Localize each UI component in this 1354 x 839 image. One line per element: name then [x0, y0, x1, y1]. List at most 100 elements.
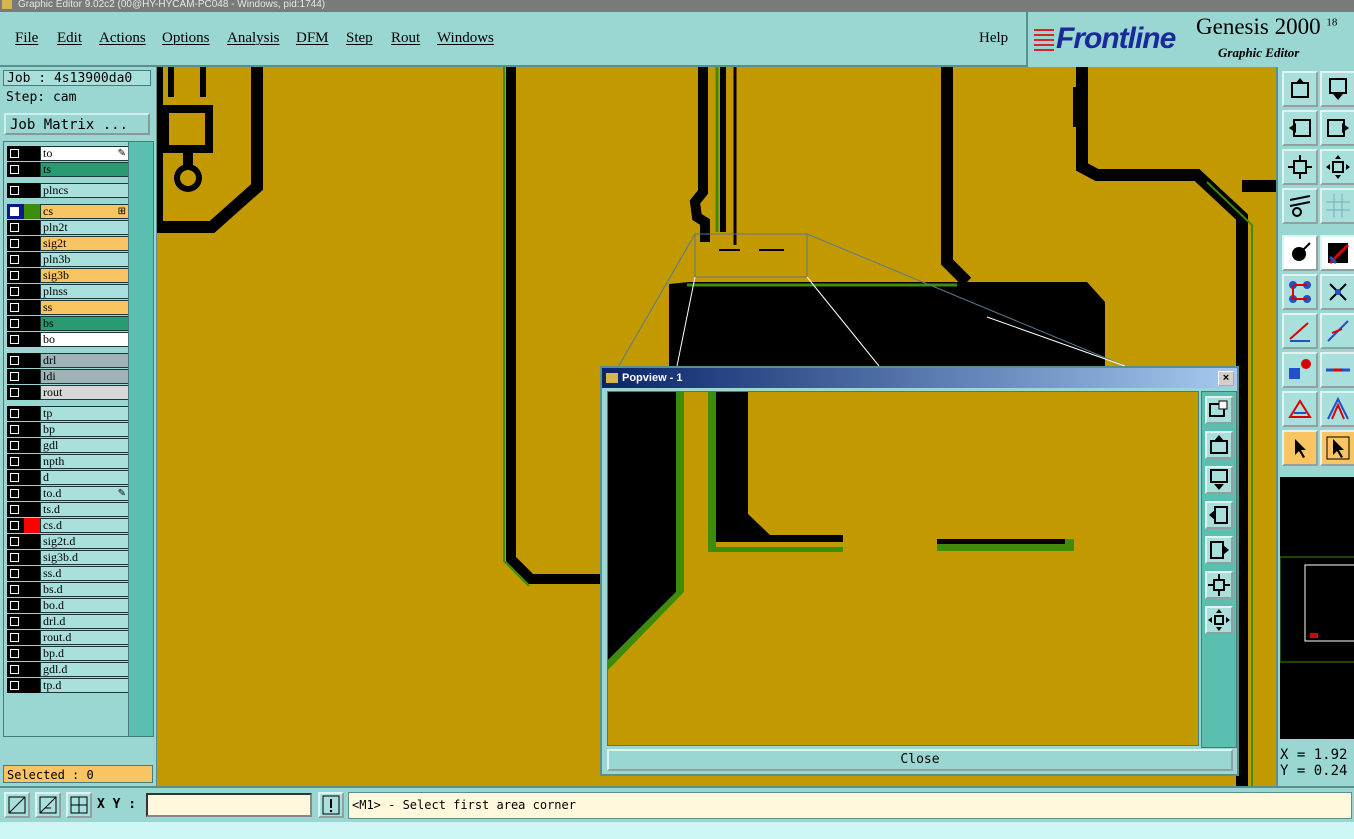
layer-name[interactable]: ldi	[40, 369, 129, 384]
layer-name[interactable]: rout	[40, 385, 129, 400]
layer-display-swatch[interactable]	[24, 662, 40, 677]
layer-display-swatch[interactable]	[24, 204, 40, 219]
layer-display-swatch[interactable]	[24, 236, 40, 251]
menu-options[interactable]: Options	[162, 30, 210, 47]
peak-button[interactable]	[1320, 391, 1354, 427]
layer-row-drl-d[interactable]: drl.d	[7, 614, 129, 629]
layer-display-swatch[interactable]	[24, 369, 40, 384]
alert-button[interactable]	[318, 792, 344, 818]
layer-checkbox[interactable]	[7, 236, 24, 251]
layer-checkbox[interactable]	[7, 162, 24, 177]
layer-checkbox[interactable]	[7, 566, 24, 581]
layer-row-cs[interactable]: cs ⊞	[7, 204, 129, 219]
layer-row-ts-d[interactable]: ts.d	[7, 502, 129, 517]
menu-edit[interactable]: Edit	[57, 30, 82, 47]
layer-row-pln3b[interactable]: pln3b	[7, 252, 129, 267]
layer-display-swatch[interactable]	[24, 646, 40, 661]
menu-actions[interactable]: Actions	[99, 30, 146, 47]
area-select-button[interactable]	[1320, 430, 1354, 466]
menu-step[interactable]: Step	[346, 30, 373, 47]
measure-button[interactable]	[1282, 188, 1318, 224]
layer-name[interactable]: plncs	[40, 183, 129, 198]
overview-map[interactable]	[1279, 477, 1354, 739]
layer-display-swatch[interactable]	[24, 534, 40, 549]
layer-row-to[interactable]: to ✎	[7, 146, 129, 161]
segment-button[interactable]	[1320, 352, 1354, 388]
layer-row-to-d[interactable]: to.d ✎	[7, 486, 129, 501]
layer-display-swatch[interactable]	[24, 220, 40, 235]
layer-name[interactable]: pln2t	[40, 220, 129, 235]
layer-name[interactable]: cs.d	[40, 518, 129, 533]
layer-display-swatch[interactable]	[24, 300, 40, 315]
popview-canvas[interactable]	[607, 391, 1199, 746]
popview-pan-up-button[interactable]	[1205, 431, 1233, 459]
layer-display-swatch[interactable]	[24, 162, 40, 177]
layer-display-swatch[interactable]	[24, 332, 40, 347]
layer-display-swatch[interactable]	[24, 582, 40, 597]
layer-checkbox[interactable]	[7, 486, 24, 501]
layer-row-ss-d[interactable]: ss.d	[7, 566, 129, 581]
layer-name[interactable]: sig2t	[40, 236, 129, 251]
layer-display-swatch[interactable]	[24, 406, 40, 421]
layer-display-swatch[interactable]	[24, 486, 40, 501]
layer-row-npth[interactable]: npth	[7, 454, 129, 469]
layer-display-swatch[interactable]	[24, 353, 40, 368]
layer-display-swatch[interactable]	[24, 678, 40, 693]
zoom-fit-button[interactable]	[1320, 149, 1354, 185]
layer-checkbox[interactable]	[7, 614, 24, 629]
layer-checkbox[interactable]	[7, 252, 24, 267]
zoom-home-button[interactable]	[1282, 149, 1318, 185]
layer-checkbox[interactable]	[7, 369, 24, 384]
layer-display-swatch[interactable]	[24, 470, 40, 485]
layer-name[interactable]: ss	[40, 300, 129, 315]
pan-right-button[interactable]	[1320, 110, 1354, 146]
layer-name[interactable]: ts	[40, 162, 129, 177]
layer-checkbox[interactable]	[7, 550, 24, 565]
layer-row-bp[interactable]: bp	[7, 422, 129, 437]
layer-name[interactable]: bp	[40, 422, 129, 437]
layer-name[interactable]: plnss	[40, 284, 129, 299]
layer-display-swatch[interactable]	[24, 252, 40, 267]
net-select-button[interactable]	[1320, 235, 1354, 271]
layer-name[interactable]: ts.d	[40, 502, 129, 517]
layer-checkbox[interactable]	[7, 534, 24, 549]
layer-name[interactable]: cs ⊞	[40, 204, 129, 219]
layer-row-cs-d[interactable]: cs.d	[7, 518, 129, 533]
layer-checkbox[interactable]	[7, 204, 24, 219]
layer-display-swatch[interactable]	[24, 438, 40, 453]
layer-row-plnss[interactable]: plnss	[7, 284, 129, 299]
layer-row-bs[interactable]: bs	[7, 316, 129, 331]
menu-file[interactable]: File	[15, 30, 38, 47]
layer-row-rout-d[interactable]: rout.d	[7, 630, 129, 645]
cross-button[interactable]	[1320, 274, 1354, 310]
layer-name[interactable]: sig3b	[40, 268, 129, 283]
layer-row-sig3b-d[interactable]: sig3b.d	[7, 550, 129, 565]
layer-row-tp[interactable]: tp	[7, 406, 129, 421]
layer-row-drl[interactable]: drl	[7, 353, 129, 368]
layer-checkbox[interactable]	[7, 518, 24, 533]
layer-row-tp-d[interactable]: tp.d	[7, 678, 129, 693]
menu-rout[interactable]: Rout	[391, 30, 420, 47]
layer-row-sig2t[interactable]: sig2t	[7, 236, 129, 251]
layer-name[interactable]: d	[40, 470, 129, 485]
layer-checkbox[interactable]	[7, 678, 24, 693]
layer-display-swatch[interactable]	[24, 566, 40, 581]
layer-checkbox[interactable]	[7, 582, 24, 597]
line-draw-button[interactable]	[1282, 313, 1318, 349]
layer-name[interactable]: to.d ✎	[40, 486, 129, 501]
pan-up-button[interactable]	[1282, 71, 1318, 107]
popview-close-button[interactable]: Close	[607, 749, 1233, 771]
grid-snap-button[interactable]	[66, 792, 92, 818]
layer-display-swatch[interactable]	[24, 502, 40, 517]
popview-pan-down-button[interactable]	[1205, 466, 1233, 494]
popview-pan-right-button[interactable]	[1205, 536, 1233, 564]
line-edit-button[interactable]	[1320, 313, 1354, 349]
layer-name[interactable]: to ✎	[40, 146, 129, 161]
layer-display-swatch[interactable]	[24, 550, 40, 565]
layer-checkbox[interactable]	[7, 183, 24, 198]
layer-checkbox[interactable]	[7, 353, 24, 368]
layer-checkbox[interactable]	[7, 470, 24, 485]
layer-name[interactable]: drl	[40, 353, 129, 368]
layer-checkbox[interactable]	[7, 316, 24, 331]
layer-name[interactable]: sig2t.d	[40, 534, 129, 549]
